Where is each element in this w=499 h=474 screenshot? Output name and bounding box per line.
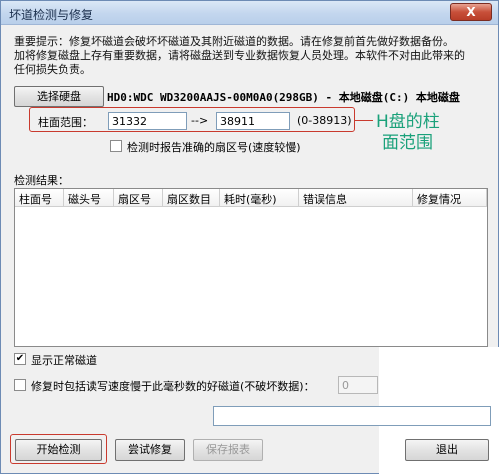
try-repair-button[interactable]: 尝试修复	[115, 439, 185, 461]
repair-slow-ms-input[interactable]: 0	[338, 376, 378, 394]
warning-notice: 重要提示：修复坏磁道会破坏坏磁道及其附近磁道的数据。请在修复前首先做好数据备份。…	[14, 35, 484, 77]
annotation-line-2: 面范围	[382, 133, 433, 153]
results-table[interactable]: 柱面号 磁头号 扇区号 扇区数目 耗时(毫秒) 错误信息 修复情况	[14, 188, 488, 347]
col-header-time[interactable]: 耗时(毫秒)	[220, 189, 299, 207]
annotation-line-1: H盘的柱	[376, 112, 440, 132]
start-detection-button[interactable]: 开始检测	[15, 439, 102, 461]
disk-info: HD0:WDC WD3200AAJS-00M0A0(298GB) - 本地磁盘(…	[107, 91, 460, 104]
report-sector-label: 检测时报告准确的扇区号(速度较慢)	[127, 141, 301, 154]
range-label: 柱面范围：	[38, 116, 93, 129]
col-header-sector[interactable]: 扇区号	[114, 189, 163, 207]
show-normal-checkbox[interactable]: ✔	[14, 353, 26, 365]
bad-track-dialog: 坏道检测与修复 X 重要提示：修复坏磁道会破坏坏磁道及其附近磁道的数据。请在修复…	[0, 0, 499, 474]
report-sector-checkbox[interactable]	[110, 140, 122, 152]
repair-slow-label: 修复时包括读写速度慢于此毫秒数的好磁道(不破坏数据)：	[31, 380, 315, 393]
notice-line-2: 加将修复磁盘上存有重要数据，请将磁盘送到专业数据恢复人员处理。本软件不对由此带来…	[14, 49, 465, 62]
save-report-button[interactable]: 保存报表	[193, 439, 263, 461]
annotation-connector	[355, 120, 373, 121]
title-bar[interactable]: 坏道检测与修复 X	[1, 1, 498, 25]
col-header-error[interactable]: 错误信息	[299, 189, 413, 207]
show-normal-label: 显示正常磁道	[31, 354, 97, 367]
progress-field	[213, 406, 491, 426]
range-end-input[interactable]: 38911	[216, 112, 290, 130]
col-header-sector-count[interactable]: 扇区数目	[163, 189, 220, 207]
notice-line-3: 任何损失负责。	[14, 63, 91, 76]
col-header-head[interactable]: 磁头号	[64, 189, 114, 207]
exit-button[interactable]: 退出	[405, 439, 489, 461]
select-disk-button[interactable]: 选择硬盘	[14, 86, 104, 107]
notice-line-1: 重要提示：修复坏磁道会破坏坏磁道及其附近磁道的数据。请在修复前首先做好数据备份。	[14, 35, 454, 48]
range-start-input[interactable]: 31332	[108, 112, 187, 130]
col-header-cylinder[interactable]: 柱面号	[15, 189, 64, 207]
window-title: 坏道检测与修复	[9, 8, 94, 22]
close-button[interactable]: X	[450, 3, 492, 21]
range-arrow: -->	[191, 114, 209, 127]
col-header-repair[interactable]: 修复情况	[413, 189, 487, 207]
results-label: 检测结果：	[14, 174, 69, 187]
range-hint: (0-38913)	[297, 114, 352, 127]
repair-slow-checkbox[interactable]	[14, 379, 26, 391]
